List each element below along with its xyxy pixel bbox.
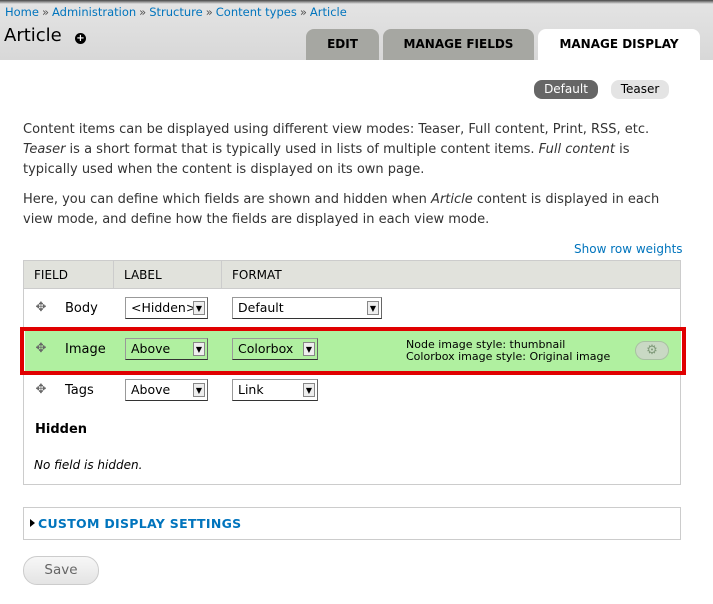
- description-fields: Here, you can define which fields are sh…: [23, 192, 660, 227]
- drag-handle-icon[interactable]: ✥: [34, 383, 48, 397]
- dropdown-arrow-icon: ▼: [367, 301, 379, 315]
- breadcrumb-separator: »: [205, 5, 213, 19]
- dropdown-arrow-icon: ▼: [193, 383, 205, 397]
- tab-manage-fields[interactable]: Manage fields: [383, 29, 534, 60]
- hidden-region-title: Hidden: [35, 422, 88, 437]
- drag-handle-icon[interactable]: ✥: [34, 301, 48, 315]
- field-name-tags: Tags: [65, 383, 94, 398]
- format-select-body[interactable]: Default ▼: [232, 297, 382, 319]
- description-view-modes: Content items can be displayed using dif…: [23, 122, 650, 177]
- show-row-weights-link[interactable]: Show row weights: [574, 242, 683, 256]
- tab-manage-display[interactable]: Manage display: [538, 29, 700, 60]
- breadcrumb-separator: »: [139, 5, 147, 19]
- breadcrumb-content-types[interactable]: Content types: [216, 5, 297, 19]
- column-header-format: Format: [232, 268, 282, 282]
- dropdown-arrow-icon: ▼: [303, 383, 315, 397]
- field-name-body: Body: [65, 301, 98, 316]
- label-select-body[interactable]: <Hidden> ▼: [125, 297, 208, 319]
- view-mode-default[interactable]: Default: [534, 80, 598, 99]
- tab-edit[interactable]: Edit: [306, 29, 379, 60]
- breadcrumb-structure[interactable]: Structure: [149, 5, 203, 19]
- column-divider: [113, 261, 114, 289]
- page-title: Article: [4, 25, 62, 46]
- column-header-label: Label: [124, 268, 162, 282]
- table-header: Field Label Format: [24, 261, 680, 289]
- label-select-tags[interactable]: Above ▼: [125, 379, 208, 401]
- hidden-region-empty: No field is hidden.: [34, 458, 143, 472]
- breadcrumb-administration[interactable]: Administration: [52, 5, 136, 19]
- column-divider: [221, 261, 222, 289]
- breadcrumb: Home» Administration» Structure» Content ty…: [5, 5, 347, 19]
- custom-display-settings-legend[interactable]: Custom display settings: [38, 516, 241, 531]
- collapse-arrow-icon: [30, 519, 35, 527]
- breadcrumb-article[interactable]: Article: [310, 5, 347, 19]
- column-header-field: Field: [34, 268, 68, 282]
- breadcrumb-home[interactable]: Home: [5, 5, 39, 19]
- highlight-frame: [20, 327, 686, 375]
- dropdown-arrow-icon: ▼: [193, 301, 205, 315]
- header-shadow: [0, 0, 713, 4]
- custom-display-settings[interactable]: Custom display settings: [23, 507, 681, 540]
- breadcrumb-separator: »: [41, 5, 50, 19]
- format-select-tags[interactable]: Link ▼: [232, 379, 318, 401]
- save-button[interactable]: Save: [23, 556, 99, 585]
- breadcrumb-separator: »: [299, 5, 307, 19]
- add-shortcut-icon[interactable]: +: [75, 33, 86, 44]
- view-mode-teaser[interactable]: Teaser: [611, 80, 669, 99]
